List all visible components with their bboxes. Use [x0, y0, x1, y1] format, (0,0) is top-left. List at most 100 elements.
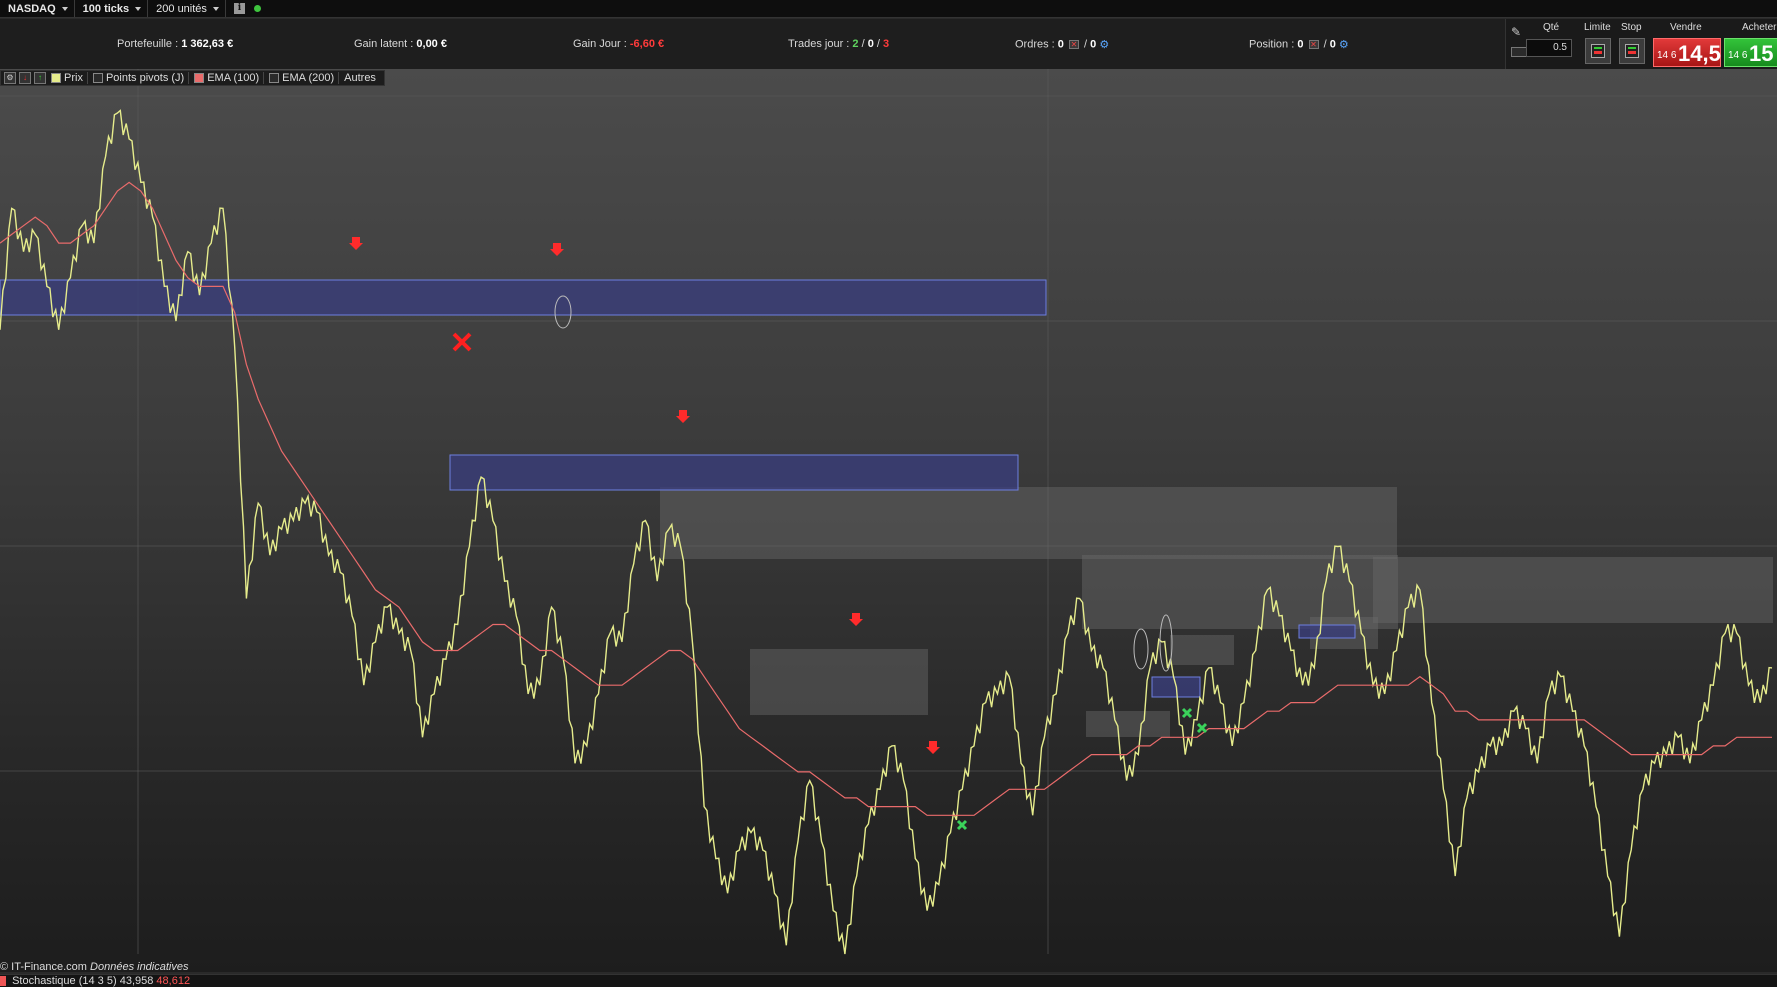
units-dropdown[interactable]: 200 unités	[148, 0, 226, 17]
limit-icon	[1591, 44, 1605, 58]
connection-status-icon	[253, 5, 261, 12]
market-dropdown[interactable]: NASDAQ	[0, 0, 75, 17]
legend-pivots-label: Points pivots (J)	[105, 72, 185, 84]
supply-zone	[1170, 635, 1234, 665]
orders-label: Ordres :	[1015, 38, 1055, 51]
credit-note: Données indicatives	[90, 961, 189, 973]
stochastic-label: Stochastique (14 3 5)	[12, 975, 117, 987]
settings-icon[interactable]: ⚙	[4, 72, 16, 84]
sell-button[interactable]: 14 6 14,5	[1653, 38, 1721, 67]
account-stats-bar: Portefeuille : 1 362,63 € Gain latent : …	[0, 19, 1510, 69]
position-separator: /	[1323, 38, 1327, 51]
chevron-down-icon	[212, 6, 219, 11]
supply-zone	[1373, 557, 1773, 623]
supply-zone	[750, 649, 928, 715]
credit-text: © IT-Finance.com	[0, 961, 87, 973]
close-position-icon[interactable]: ✕	[1308, 40, 1319, 49]
stop-order-button[interactable]	[1619, 38, 1645, 64]
orders-count-a: 0	[1057, 38, 1064, 51]
chart-zones	[0, 279, 1773, 737]
take-profit-marker	[1196, 722, 1208, 734]
download-icon[interactable]: ↓	[19, 72, 31, 84]
info-icon[interactable]: i	[233, 3, 245, 14]
indicator-legend: ⚙ ↓ ↑ Prix Points pivots (J) EMA (100) E…	[0, 70, 385, 86]
legend-item-ema100[interactable]: EMA (100)	[194, 72, 265, 84]
trades-won: 2	[852, 38, 859, 50]
take-profit-marker	[1181, 707, 1193, 719]
position-count-a: 0	[1297, 38, 1304, 51]
price-chart[interactable]	[0, 69, 1777, 972]
sell-label: Vendre	[1670, 22, 1702, 33]
supply-zone	[660, 487, 1397, 559]
unrealized-label: Gain latent :	[354, 38, 414, 50]
orders-count-b: 0	[1090, 38, 1097, 51]
legend-item-price[interactable]: Prix	[51, 72, 88, 84]
trades-label: Trades jour :	[788, 38, 850, 50]
limit-order-button[interactable]	[1585, 38, 1611, 64]
legend-ema100-label: EMA (100)	[207, 72, 260, 84]
interval-label: 100 ticks	[82, 2, 130, 15]
trades-separator: /	[861, 38, 865, 50]
orders-stat: Ordres : 0 ✕ / 0 ⚙	[1015, 38, 1109, 51]
upload-icon[interactable]: ↑	[34, 72, 46, 84]
legend-item-ema200[interactable]: EMA (200)	[269, 72, 340, 84]
ema200-checkbox[interactable]	[269, 73, 280, 83]
chevron-down-icon	[61, 6, 68, 11]
stochastic-value-d: 48,612	[156, 975, 191, 987]
sell-signal-arrow	[849, 613, 863, 626]
stop-icon	[1625, 44, 1639, 58]
sell-signal-arrow	[926, 741, 940, 754]
legend-others-label: Autres	[344, 72, 376, 84]
orders-separator: /	[1084, 38, 1088, 51]
portfolio-label: Portefeuille :	[117, 38, 179, 50]
legend-item-others[interactable]: Autres	[344, 72, 380, 84]
limit-label: Limite	[1584, 22, 1611, 33]
sell-price-big: 14,5	[1678, 41, 1721, 66]
trading-app: NASDAQ 100 ticks 200 unités i Portefeuil…	[0, 0, 1777, 987]
stop-loss-marker	[452, 332, 472, 352]
stochastic-panel-header[interactable]: Stochastique (14 3 5) 43,958 48,612	[0, 974, 1777, 987]
sell-signal-arrow	[676, 410, 690, 423]
take-profit-marker	[956, 819, 968, 831]
daily-gain-label: Gain Jour :	[573, 38, 627, 50]
legend-price-label: Prix	[64, 72, 83, 84]
sell-signal-arrow	[550, 243, 564, 256]
wrench-icon[interactable]: ✎	[1511, 25, 1527, 41]
buy-button[interactable]: 14 6 15	[1724, 38, 1777, 67]
resistance-zone	[1298, 624, 1356, 639]
unrealized-stat: Gain latent : 0,00 €	[354, 38, 447, 50]
units-label: 200 unités	[156, 2, 207, 15]
gears-icon[interactable]: ⚙	[1339, 38, 1349, 51]
portfolio-value: 1 362,63 €	[181, 38, 234, 50]
resistance-zone	[449, 454, 1019, 491]
buy-price-big: 15	[1749, 41, 1774, 66]
trades-separator: /	[876, 38, 880, 50]
qty-input[interactable]: 0.5	[1526, 39, 1572, 57]
keyboard-icon[interactable]	[1511, 47, 1527, 57]
position-label: Position :	[1249, 38, 1295, 51]
trades-neutral: 0	[867, 38, 874, 50]
price-swatch	[51, 73, 61, 83]
buy-label: Acheter	[1742, 22, 1777, 33]
interval-dropdown[interactable]: 100 ticks	[75, 0, 149, 17]
trades-lost: 3	[883, 38, 890, 50]
ema100-swatch	[194, 73, 205, 83]
daily-gain-stat: Gain Jour : -6,60 €	[573, 38, 664, 50]
stochastic-swatch	[0, 976, 6, 987]
daily-gain-value: -6,60 €	[629, 38, 665, 50]
pivots-checkbox[interactable]	[92, 73, 103, 83]
chevron-down-icon	[135, 6, 142, 11]
pivot-ellipse	[1133, 628, 1149, 670]
unrealized-value: 0,00 €	[416, 38, 447, 50]
stochastic-value-k: 43,958	[119, 975, 154, 987]
buy-price-small: 14 6	[1728, 50, 1748, 61]
top-toolbar: NASDAQ 100 ticks 200 unités i	[0, 0, 1777, 18]
trades-stat: Trades jour : 2 / 0 / 3	[788, 38, 889, 50]
cancel-orders-icon[interactable]: ✕	[1068, 40, 1079, 49]
legend-item-pivots[interactable]: Points pivots (J)	[92, 72, 190, 84]
data-credit: © IT-Finance.com Données indicatives	[0, 961, 188, 973]
chart-canvas[interactable]	[0, 69, 1777, 972]
position-count-b: 0	[1329, 38, 1336, 51]
gears-icon[interactable]: ⚙	[1099, 38, 1109, 51]
position-stat: Position : 0 ✕ / 0 ⚙	[1249, 38, 1349, 51]
